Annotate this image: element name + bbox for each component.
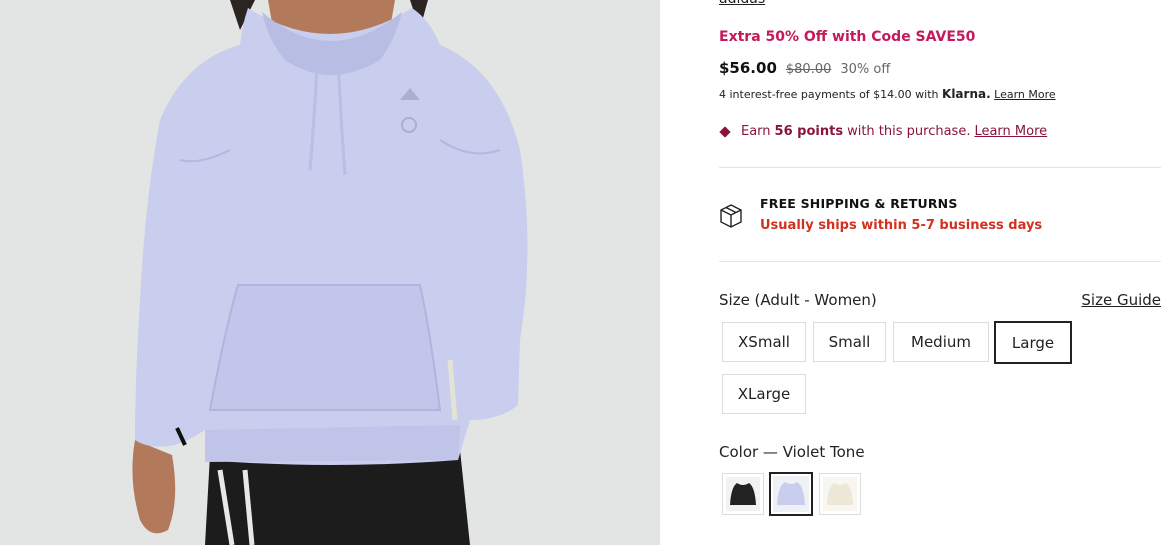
color-label: Color — Violet Tone — [719, 443, 865, 461]
size-option-xsmall[interactable]: XSmall — [722, 322, 806, 362]
violet-hoodie-thumbnail — [773, 476, 809, 512]
points-learn-more-link[interactable]: Learn More — [974, 124, 1047, 139]
product-details: adidas Extra 50% Off with Code SAVE50 $5… — [719, 0, 1161, 545]
points-info: Earn 56 points with this purchase. Learn… — [719, 124, 1047, 139]
promo-text: Extra 50% Off with Code SAVE50 — [719, 29, 976, 45]
klarna-logo: Klarna. — [942, 87, 991, 101]
divider — [719, 167, 1161, 168]
brand-link[interactable]: adidas — [719, 0, 765, 7]
size-option-small[interactable]: Small — [813, 322, 886, 362]
current-price: $56.00 — [719, 59, 777, 77]
klarna-text: 4 interest-free payments of $14.00 with — [719, 88, 939, 101]
discount-percent: 30% off — [840, 62, 891, 77]
cream-hoodie-thumbnail — [823, 477, 857, 511]
package-icon — [720, 204, 742, 228]
black-hoodie-thumbnail — [726, 477, 760, 511]
color-swatch-cream[interactable] — [819, 473, 861, 515]
diamond-icon — [719, 125, 731, 138]
hoodie-illustration — [0, 0, 660, 545]
divider — [719, 261, 1161, 262]
size-option-large[interactable]: Large — [994, 321, 1072, 364]
points-prefix: Earn — [741, 124, 771, 139]
original-price: $80.00 — [785, 62, 832, 77]
size-label: Size (Adult - Women) — [719, 291, 877, 309]
klarna-info: 4 interest-free payments of $14.00 with … — [719, 87, 1056, 101]
points-suffix: with this purchase. — [847, 124, 971, 139]
color-swatch-violet-tone[interactable] — [769, 472, 813, 516]
product-image[interactable] — [0, 0, 660, 545]
points-amount: 56 points — [774, 124, 844, 139]
size-option-xlarge[interactable]: XLarge — [722, 374, 806, 414]
size-option-medium[interactable]: Medium — [893, 322, 989, 362]
price-row: $56.00 $80.00 30% off — [719, 59, 890, 77]
color-swatch-black[interactable] — [722, 473, 764, 515]
klarna-learn-more-link[interactable]: Learn More — [994, 88, 1056, 101]
shipping-title: FREE SHIPPING & RETURNS — [760, 196, 958, 211]
size-guide-link[interactable]: Size Guide — [1081, 291, 1161, 309]
shipping-estimate: Usually ships within 5-7 business days — [760, 218, 1043, 233]
